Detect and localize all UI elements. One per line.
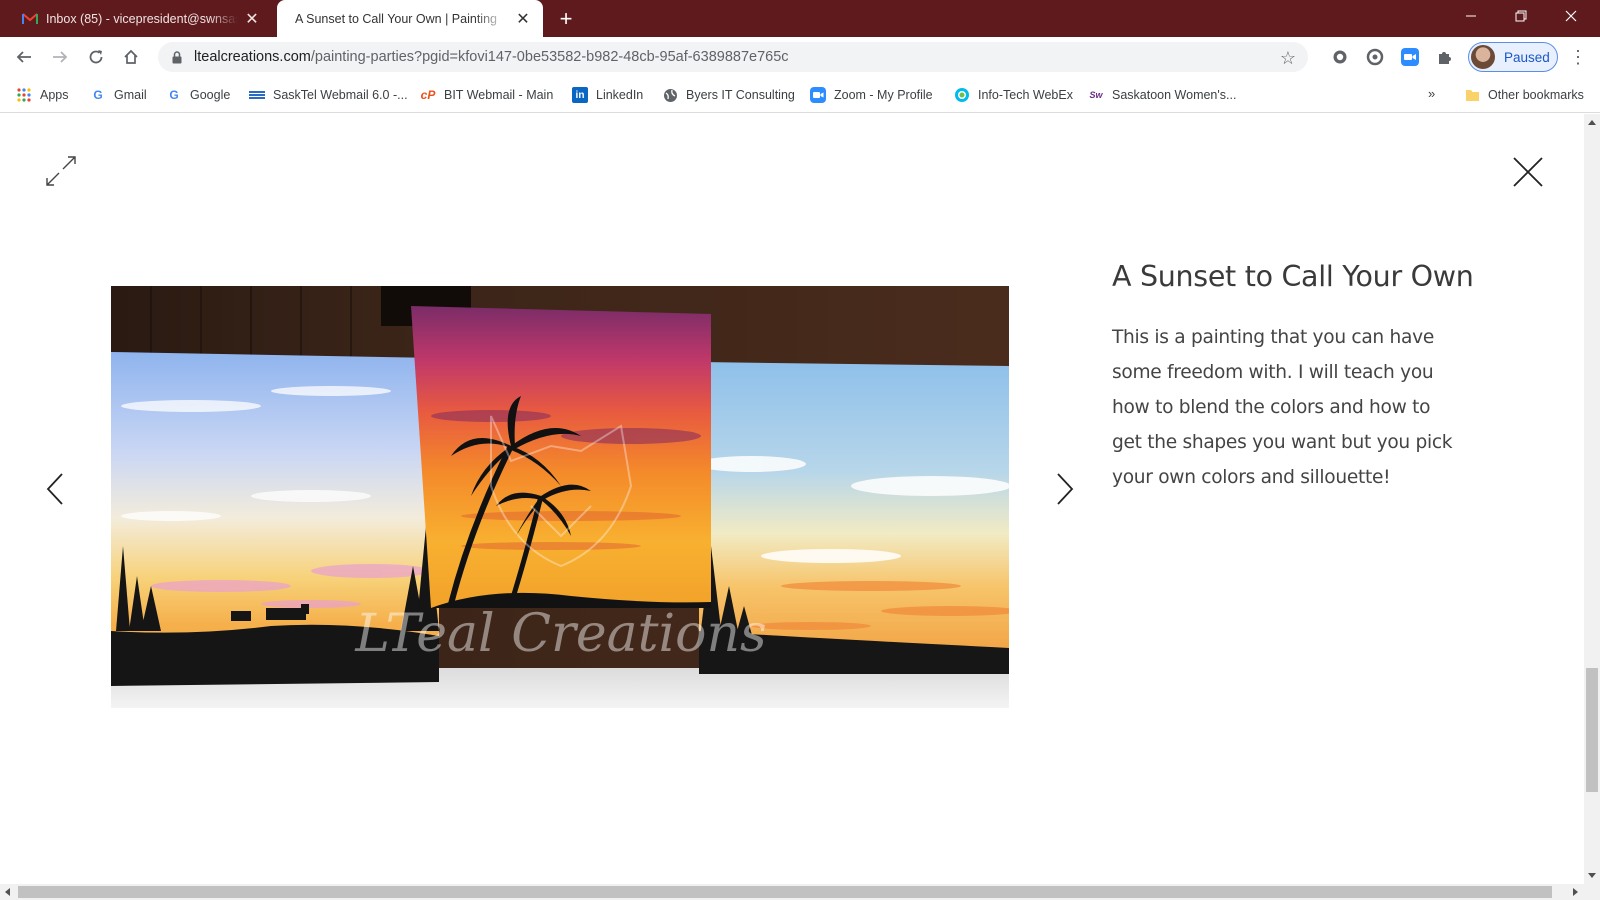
- tab-gmail-inbox[interactable]: Inbox (85) - vicepresident@swnsask ✕: [10, 0, 272, 37]
- sasktel-icon: [249, 87, 265, 103]
- next-arrow-icon[interactable]: [1052, 471, 1076, 507]
- new-tab-button[interactable]: +: [553, 6, 579, 32]
- home-icon[interactable]: [117, 43, 145, 71]
- painting-title: A Sunset to Call Your Own: [1112, 260, 1474, 293]
- folder-icon: [1464, 87, 1480, 103]
- reload-icon[interactable]: [82, 43, 110, 71]
- tab-sunset-painting[interactable]: A Sunset to Call Your Own | Painting ✕: [277, 0, 543, 37]
- close-icon[interactable]: [1512, 156, 1544, 188]
- bookmark-saskatoon-women[interactable]: Sw Saskatoon Women's...: [1088, 85, 1236, 105]
- vertical-scrollbar[interactable]: [1584, 114, 1600, 884]
- webex-icon: [954, 87, 970, 103]
- close-window-button[interactable]: [1546, 0, 1596, 32]
- bookmark-zoom-profile[interactable]: Zoom - My Profile: [810, 85, 933, 105]
- gmail-icon: [22, 11, 38, 27]
- scroll-down-arrow-icon[interactable]: [1588, 873, 1596, 878]
- bookmark-infotech-webex[interactable]: Info-Tech WebEx: [954, 85, 1073, 105]
- other-bookmarks-folder[interactable]: Other bookmarks: [1464, 85, 1584, 105]
- avatar: [1471, 45, 1495, 69]
- google-icon: G: [169, 88, 179, 102]
- browser-menu-icon[interactable]: ⋮: [1566, 45, 1590, 69]
- painting-photo-illustration: LTeal Creations: [111, 286, 1009, 708]
- forward-icon[interactable]: [46, 43, 74, 71]
- scroll-up-arrow-icon[interactable]: [1588, 120, 1596, 125]
- globe-icon: [662, 87, 678, 103]
- painting-description: This is a painting that you can have som…: [1112, 327, 1453, 488]
- painting-photo: LTeal Creations: [111, 286, 1009, 708]
- url-text: ltealcreations.com/painting-parties?pgid…: [194, 49, 789, 65]
- extension-icon[interactable]: [1330, 47, 1350, 67]
- previous-arrow-icon[interactable]: [44, 471, 68, 507]
- back-icon[interactable]: [10, 43, 38, 71]
- swn-icon: Sw: [1089, 90, 1103, 100]
- extension-icon[interactable]: [1365, 47, 1385, 67]
- bookmark-google[interactable]: G Google: [166, 85, 230, 105]
- minimize-button[interactable]: [1446, 0, 1496, 32]
- zoom-extension-icon[interactable]: [1400, 47, 1420, 67]
- zoom-icon: [810, 87, 826, 103]
- tab-title: Inbox (85) - vicepresident@swnsask: [46, 11, 238, 26]
- restore-button[interactable]: [1496, 0, 1546, 32]
- watermark-text: LTeal Creations: [354, 604, 766, 664]
- lock-icon[interactable]: [170, 50, 184, 64]
- linkedin-icon: in: [572, 87, 588, 103]
- scroll-right-arrow-icon[interactable]: [1573, 888, 1578, 896]
- horizontal-scrollbar[interactable]: [0, 884, 1600, 900]
- extensions-puzzle-icon[interactable]: [1435, 47, 1455, 67]
- vertical-scroll-thumb[interactable]: [1586, 668, 1598, 792]
- bookmarks-overflow-button[interactable]: »: [1428, 86, 1435, 101]
- address-bar[interactable]: ltealcreations.com/painting-parties?pgid…: [158, 42, 1308, 72]
- tab-title: A Sunset to Call Your Own | Painting: [295, 11, 497, 26]
- bookmark-linkedin[interactable]: in LinkedIn: [572, 85, 643, 105]
- bookmark-star-icon[interactable]: ☆: [1280, 48, 1296, 69]
- expand-icon[interactable]: [44, 154, 78, 188]
- horizontal-scroll-thumb[interactable]: [18, 886, 1552, 898]
- bookmark-byers-it[interactable]: Byers IT Consulting: [662, 85, 795, 105]
- gallery-lightbox: LTeal Creations A Sunset to Call Your Ow…: [0, 114, 1584, 884]
- apps-grid-icon: [16, 87, 32, 103]
- scroll-left-arrow-icon[interactable]: [5, 888, 10, 896]
- browser-tab-strip: Inbox (85) - vicepresident@swnsask ✕ A S…: [0, 0, 1600, 37]
- bit-icon: cP: [420, 88, 436, 102]
- close-tab-icon[interactable]: ✕: [242, 9, 262, 29]
- bookmark-gmail[interactable]: G Gmail: [90, 85, 146, 105]
- browser-toolbar: ltealcreations.com/painting-parties?pgid…: [0, 37, 1600, 77]
- google-icon: G: [93, 88, 103, 102]
- close-tab-icon[interactable]: ✕: [513, 9, 533, 29]
- bookmark-bit-webmail[interactable]: cP BIT Webmail - Main: [420, 85, 554, 105]
- bookmark-sasktel-webmail[interactable]: SaskTel Webmail 6.0 -...: [249, 85, 408, 105]
- bookmark-apps[interactable]: Apps: [16, 85, 69, 105]
- profile-button[interactable]: Paused: [1468, 42, 1558, 72]
- bookmarks-bar: Apps G Gmail G Google SaskTel Webmail 6.…: [0, 77, 1600, 113]
- profile-status: Paused: [1504, 49, 1550, 65]
